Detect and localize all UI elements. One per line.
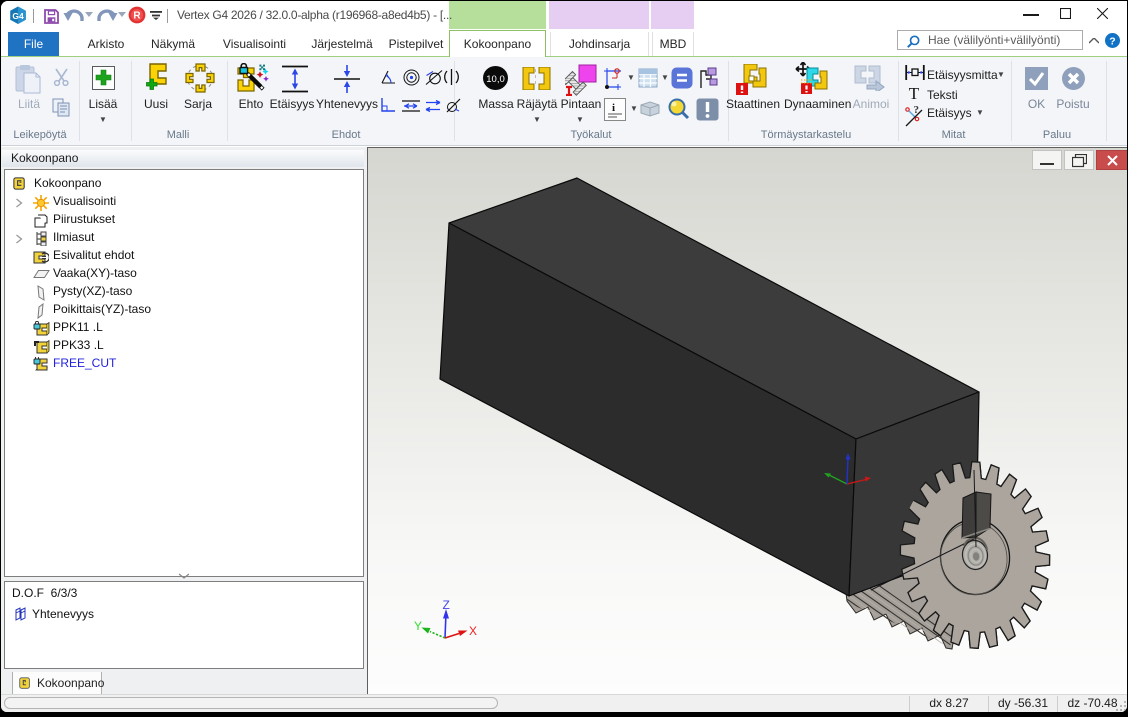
- svg-text:X: X: [469, 624, 477, 638]
- svg-text:?: ?: [1109, 35, 1115, 47]
- svg-text:?: ?: [914, 104, 920, 116]
- svg-text:G4: G4: [12, 11, 24, 21]
- svg-text:R: R: [133, 11, 141, 22]
- svg-text:i: i: [612, 102, 615, 114]
- svg-text:Y: Y: [414, 619, 422, 633]
- svg-text:10,0: 10,0: [486, 74, 505, 85]
- svg-text:T: T: [909, 85, 920, 100]
- svg-text:Z: Z: [443, 598, 450, 612]
